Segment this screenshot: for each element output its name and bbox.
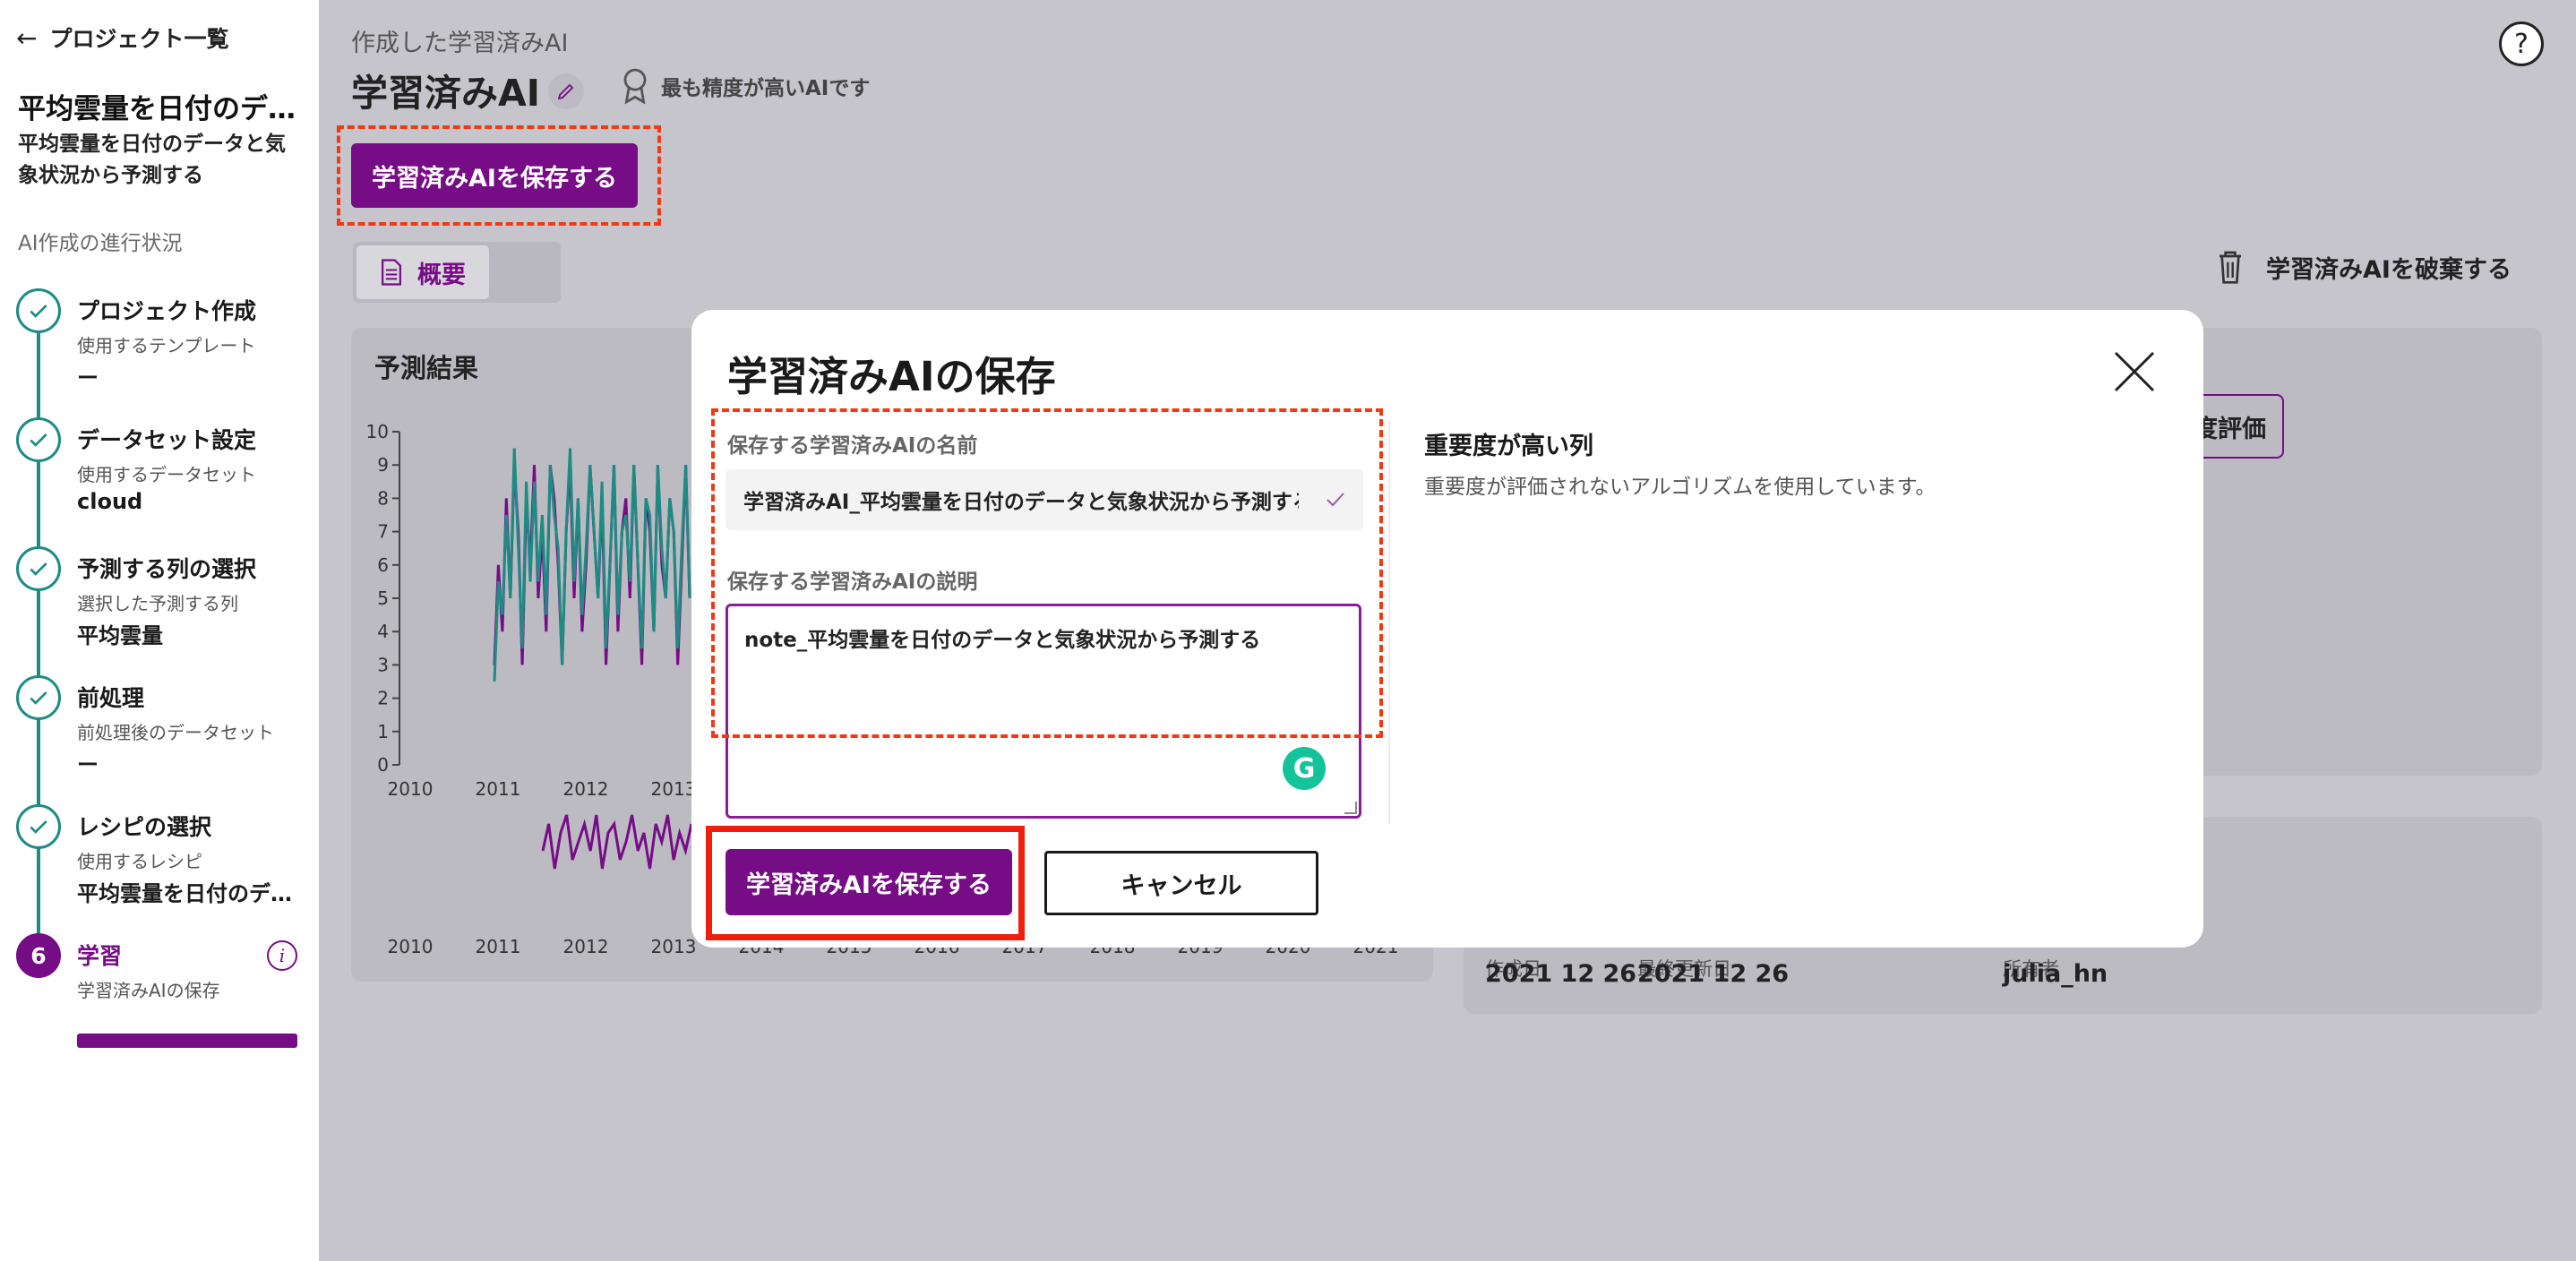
progress-label: AI作成の進行状況	[18, 232, 183, 255]
discard-ai-button[interactable]: 学習済みAIを破棄する	[2216, 249, 2512, 285]
page-title: 学習済みAI	[351, 72, 540, 115]
x-tick-label: 2012	[563, 778, 609, 800]
step-number-badge: 6	[16, 933, 61, 978]
step-value: 平均雲量を日付のデータと気象状況から予測する	[77, 881, 301, 906]
step-title: 予測する列の選択	[77, 556, 257, 582]
save-ai-modal: 学習済みAIの保存 保存する学習済みAIの名前 学習済みAI_平均雲量を日付のデ…	[691, 310, 2203, 948]
importance-description: 重要度が評価されないアルゴリズムを使用しています。	[1424, 476, 1936, 499]
y-tick-label: 5	[377, 588, 389, 609]
step-title: レシピの選択	[77, 814, 212, 840]
step-subtitle: 使用するレシピ	[77, 851, 202, 872]
page-subtitle: 作成した学習済みAI	[351, 30, 569, 57]
owner-name: julia_hn	[2003, 960, 2108, 988]
step-value: 平均雲量	[77, 623, 163, 648]
grammarly-icon[interactable]: G	[1283, 747, 1326, 790]
document-icon	[382, 259, 401, 286]
y-tick-label: 10	[367, 421, 389, 442]
updated-date: 2021 12 26	[1637, 960, 1790, 988]
check-icon	[16, 417, 61, 462]
help-icon[interactable]: ?	[2499, 21, 2544, 66]
step-subtitle: 前処理後のデータセット	[77, 722, 274, 743]
info-icon[interactable]: i	[267, 940, 297, 971]
best-accuracy-badge: 最も精度が高いAIです	[620, 66, 870, 106]
check-icon	[16, 804, 61, 849]
modal-cancel-button[interactable]: キャンセル	[1044, 851, 1318, 915]
check-icon	[16, 288, 61, 333]
back-link-label: プロジェクト一覧	[49, 26, 229, 52]
y-tick-label: 6	[377, 554, 389, 576]
step-subtitle: 使用するデータセット	[77, 464, 256, 485]
x-tick-label: 2010	[388, 936, 434, 957]
sidebar: ← プロジェクト一覧 平均雲量を日付のデータと気象状況から予測する 平均雲量を日…	[0, 0, 319, 1261]
step-subtitle: 選択した予測する列	[77, 593, 238, 614]
back-to-projects-link[interactable]: ← プロジェクト一覧	[16, 21, 228, 54]
x-tick-label: 2012	[563, 936, 609, 957]
x-tick-label: 2013	[651, 778, 697, 800]
step-title: プロジェクト作成	[77, 298, 257, 324]
award-ribbon-icon	[623, 68, 647, 105]
check-icon	[16, 546, 61, 591]
step-title: 前処理	[77, 685, 145, 711]
y-tick-label: 7	[377, 521, 389, 543]
y-tick-label: 1	[377, 721, 389, 742]
step-value: cloud	[77, 489, 143, 514]
y-tick-label: 8	[377, 487, 389, 509]
modal-save-button[interactable]: 学習済みAIを保存する	[726, 849, 1012, 915]
x-tick-label: 2013	[651, 936, 697, 957]
project-description: 平均雲量を日付のデータと気象状況から予測する	[18, 133, 286, 187]
close-button[interactable]	[2112, 349, 2157, 394]
highlight-dashed-box	[337, 125, 661, 226]
edit-title-button[interactable]	[548, 73, 584, 109]
step-value: ー	[77, 365, 99, 390]
trash-icon	[2220, 251, 2241, 284]
arrow-left-icon: ←	[16, 22, 38, 53]
tab-bar: 概要	[353, 242, 561, 303]
step-progress-bar	[77, 1034, 297, 1048]
tab-overview[interactable]: 概要	[356, 245, 489, 299]
modal-title: 学習済みAIの保存	[727, 353, 1056, 400]
y-tick-label: 2	[377, 688, 389, 709]
card-title: 予測結果	[374, 353, 479, 383]
highlight-dashed-box	[711, 408, 1383, 738]
step-title: 学習	[77, 943, 123, 969]
pencil-icon	[557, 83, 574, 100]
badge-label: 最も精度が高いAIです	[661, 77, 871, 100]
y-tick-label: 9	[377, 454, 389, 476]
step-title: データセット設定	[77, 427, 257, 453]
step-subtitle: 使用するテンプレート	[77, 335, 256, 356]
importance-title: 重要度が高い列	[1424, 433, 1593, 460]
check-icon	[16, 675, 61, 720]
discard-label: 学習済みAIを破棄する	[2266, 255, 2512, 284]
project-title: 平均雲量を日付のデータと気象状況から予測する	[18, 93, 305, 125]
y-tick-label: 0	[377, 754, 389, 776]
series-line	[541, 814, 693, 870]
y-tick-label: 4	[377, 621, 389, 642]
close-icon	[2114, 351, 2155, 392]
y-tick-label: 3	[377, 654, 389, 675]
x-tick-label: 2011	[476, 936, 521, 957]
step-value: ー	[77, 752, 99, 777]
created-date: 2021 12 26	[1485, 960, 1637, 988]
x-tick-label: 2011	[476, 778, 521, 800]
modal-divider	[1388, 421, 1390, 824]
resize-handle[interactable]	[1344, 802, 1357, 814]
x-tick-label: 2010	[388, 778, 434, 800]
step-subtitle: 学習済みAIの保存	[77, 980, 220, 1001]
tab-label: 概要	[417, 261, 466, 289]
